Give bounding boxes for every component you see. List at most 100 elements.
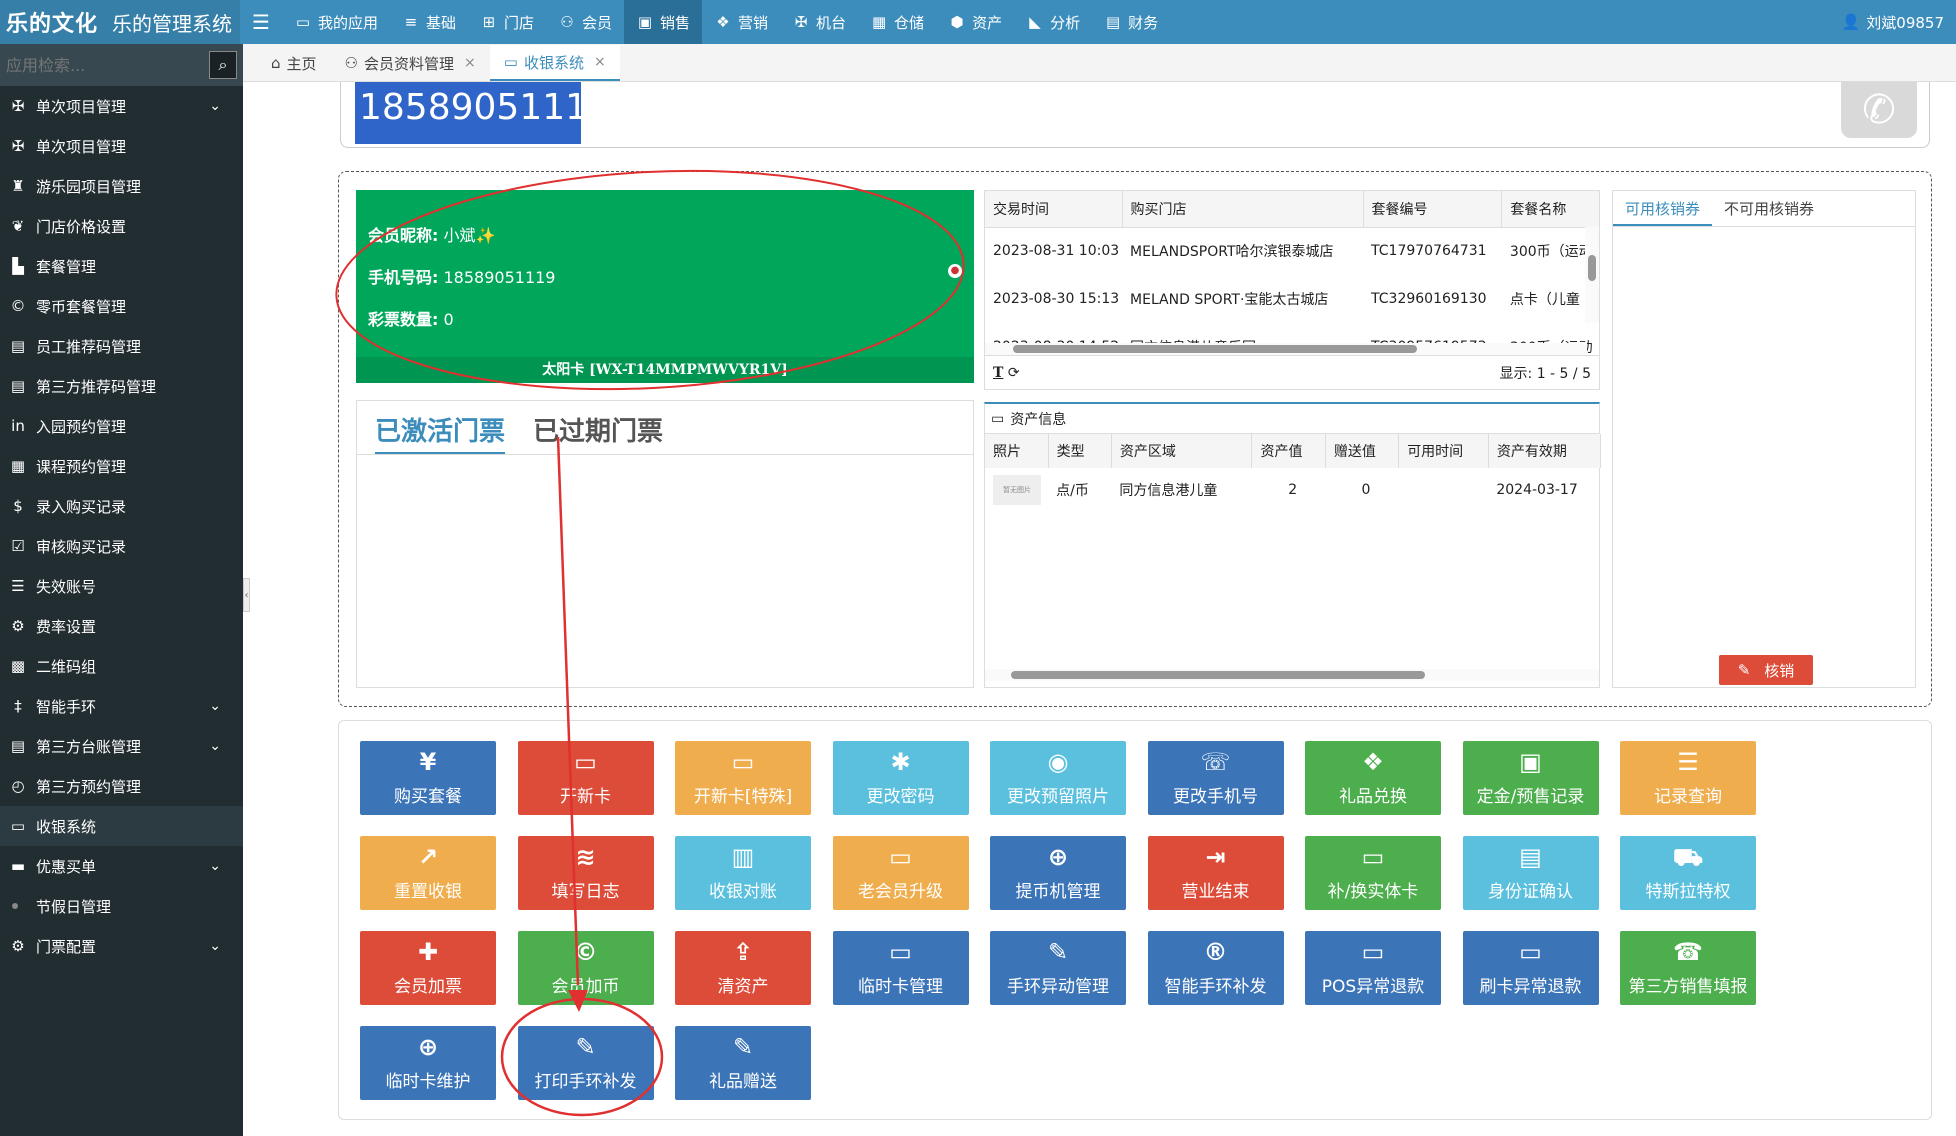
action-button[interactable]: ▭ POS异常退款 [1305, 931, 1441, 1005]
column-header[interactable]: 资产有效期 [1488, 434, 1602, 468]
action-button[interactable]: ▥ 收银对账 [675, 836, 811, 910]
sidebar-item[interactable]: 节假日管理 [0, 886, 243, 926]
column-header[interactable]: 交易时间 [985, 191, 1123, 228]
action-button[interactable]: ▭ 开新卡[特殊] [675, 741, 811, 815]
column-header[interactable]: 可用时间 [1398, 434, 1489, 468]
column-header[interactable]: 赠送值 [1325, 434, 1400, 468]
table-row[interactable]: 2023-08-30 15:13 MELAND SPORT·宝能太古城店 TC329… [985, 275, 1599, 323]
action-button[interactable]: ▭ 刷卡异常退款 [1462, 931, 1599, 1005]
sidebar-item[interactable]: in 入园预约管理 [0, 406, 243, 446]
action-button[interactable]: ↗ 重置收银 [360, 836, 496, 910]
assets-scroll-thumb[interactable] [1011, 671, 1425, 679]
action-button[interactable]: ≋ 填写日志 [517, 836, 654, 910]
sidebar-item[interactable]: ▙ 套餐管理 [0, 246, 243, 286]
action-button[interactable]: ▣ 定金/预售记录 [1462, 741, 1599, 815]
sidebar-item[interactable]: ▬ 优惠买单 ⌄ [0, 846, 243, 886]
tab-0[interactable]: ⌂ 主页 [257, 45, 331, 81]
action-button[interactable]: ☰ 记录查询 [1620, 741, 1756, 815]
action-button[interactable]: ✎ 手环异动管理 [990, 931, 1126, 1005]
action-button[interactable]: ▭ 临时卡管理 [832, 931, 969, 1005]
sidebar-item[interactable]: ▤ 第三方推荐码管理 [0, 366, 243, 406]
top-nav-item[interactable]: ✠ 机台 [780, 0, 858, 44]
refresh-icon[interactable]: ⟳ [1008, 365, 1020, 381]
redeem-button[interactable]: ✎ 核销 [1719, 655, 1813, 685]
sidebar-item[interactable]: ▦ 课程预约管理 [0, 446, 243, 486]
table-row[interactable]: 暂无图片 点/币 同方信息港儿童 2 0 2024-03-17 [985, 468, 1601, 512]
action-button[interactable]: ▭ 老会员升级 [832, 836, 969, 910]
column-header[interactable]: 照片 [985, 434, 1049, 468]
action-button[interactable]: ⇪ 清资产 [675, 931, 811, 1005]
sidebar-item[interactable]: ☑ 审核购买记录 [0, 526, 243, 566]
action-button[interactable]: ⊕ 提币机管理 [990, 836, 1126, 910]
sidebar-item[interactable]: ✠ 单次项目管理 [0, 126, 243, 166]
close-icon[interactable]: × [464, 55, 476, 71]
action-button[interactable]: ✎ 打印手环补发 [517, 1026, 654, 1100]
sidebar-item[interactable]: ▭ 收银系统 [0, 806, 243, 846]
action-button[interactable]: ⊕ 临时卡维护 [360, 1026, 496, 1100]
sidebar-item[interactable]: ▤ 第三方台账管理 ⌄ [0, 726, 243, 766]
horizontal-scrollbar[interactable] [985, 343, 1587, 355]
card-badge-icon[interactable]: ● [948, 264, 962, 278]
action-button[interactable]: ✚ 会员加票 [360, 931, 496, 1005]
sidebar-item[interactable]: ▩ 二维码组 [0, 646, 243, 686]
text-format-icon[interactable]: T [993, 365, 1003, 381]
top-nav-item[interactable]: ⊞ 门店 [468, 0, 546, 44]
sidebar-item[interactable]: ⚙ 费率设置 [0, 606, 243, 646]
user-menu[interactable]: 👤 刘斌09857 [1842, 0, 1944, 44]
action-button[interactable]: ✱ 更改密码 [832, 741, 969, 815]
vertical-scroll-thumb[interactable] [1588, 255, 1596, 281]
action-button[interactable]: ☏ 更改手机号 [1147, 741, 1284, 815]
action-button[interactable]: ◉ 更改预留照片 [990, 741, 1126, 815]
close-icon[interactable]: × [594, 54, 606, 70]
action-button[interactable]: ® 智能手环补发 [1147, 931, 1284, 1005]
sidebar-item[interactable]: ♜ 游乐园项目管理 [0, 166, 243, 206]
assets-horizontal-scrollbar[interactable] [985, 669, 1599, 681]
action-button[interactable]: ¥ 购买套餐 [360, 741, 496, 815]
tab-active-tickets[interactable]: 已激活门票 [375, 411, 506, 454]
search-icon[interactable]: ⌕ [209, 51, 237, 79]
column-header[interactable]: 购买门店 [1122, 191, 1364, 228]
top-nav-item[interactable]: ▣ 销售 [624, 0, 703, 44]
action-button[interactable]: ☎ 第三方销售填报 [1620, 931, 1756, 1005]
tab-expired-tickets[interactable]: 已过期门票 [533, 411, 663, 454]
action-button[interactable]: ▭ 开新卡 [517, 741, 654, 815]
column-header[interactable]: 套餐编号 [1363, 191, 1503, 228]
top-nav-item[interactable]: ⚇ 会员 [546, 0, 624, 44]
sidebar-item[interactable]: ⚙ 门票配置 ⌄ [0, 926, 243, 966]
column-header[interactable]: 资产区域 [1111, 434, 1253, 468]
column-header[interactable]: 资产值 [1251, 434, 1326, 468]
column-header[interactable]: 类型 [1048, 434, 1112, 468]
action-button[interactable]: ⛟ 特斯拉特权 [1620, 836, 1756, 910]
hamburger-menu-icon[interactable]: ☰ [240, 0, 282, 44]
vertical-scrollbar[interactable] [1585, 227, 1599, 323]
phone-icon[interactable]: ✆ [1841, 82, 1917, 138]
sidebar-item[interactable]: ✠ 单次项目管理 ⌄ [0, 86, 243, 126]
action-button[interactable]: ✎ 礼品赠送 [675, 1026, 811, 1100]
sidebar-item[interactable]: ▤ 员工推荐码管理 [0, 326, 243, 366]
app-search-input[interactable] [6, 55, 186, 75]
sidebar-item[interactable]: ❦ 门店价格设置 [0, 206, 243, 246]
action-button[interactable]: ▤ 身份证确认 [1462, 836, 1599, 910]
table-row[interactable]: 2023-08-31 10:03 MELANDSPORT哈尔滨银泰城店 TC1797… [985, 227, 1599, 275]
top-nav-item[interactable]: ◣ 分析 [1014, 0, 1092, 44]
sidebar-item[interactable]: $ 录入购买记录 [0, 486, 243, 526]
column-header[interactable]: 套餐名称 [1501, 191, 1599, 228]
sidebar-item[interactable]: ◴ 第三方预约管理 [0, 766, 243, 806]
tab-2[interactable]: ▭ 收银系统 × [489, 45, 620, 81]
tab-unavailable-coupons[interactable]: 不可用核销券 [1712, 191, 1826, 226]
tab-1[interactable]: ⚇ 会员资料管理 × [331, 45, 490, 81]
action-button[interactable]: © 会员加币 [517, 931, 654, 1005]
sidebar-collapse-handle[interactable]: ‹ [243, 578, 250, 612]
tab-available-coupons[interactable]: 可用核销券 [1613, 191, 1713, 226]
top-nav-item[interactable]: ⬢ 资产 [936, 0, 1014, 44]
top-nav-item[interactable]: ▭ 我的应用 [282, 0, 390, 44]
action-button[interactable]: ⇥ 营业结束 [1147, 836, 1284, 910]
action-button[interactable]: ❖ 礼品兑换 [1305, 741, 1441, 815]
top-nav-item[interactable]: ▦ 仓储 [858, 0, 936, 44]
sidebar-item[interactable]: ‡ 智能手环 ⌄ [0, 686, 243, 726]
sidebar-item[interactable]: © 零币套餐管理 [0, 286, 243, 326]
logo[interactable]: 乐的文化 乐的管理系统 [0, 0, 240, 44]
top-nav-item[interactable]: ≡ 基础 [390, 0, 468, 44]
action-button[interactable]: ▭ 补/换实体卡 [1305, 836, 1441, 910]
horizontal-scroll-thumb[interactable] [1013, 345, 1417, 353]
